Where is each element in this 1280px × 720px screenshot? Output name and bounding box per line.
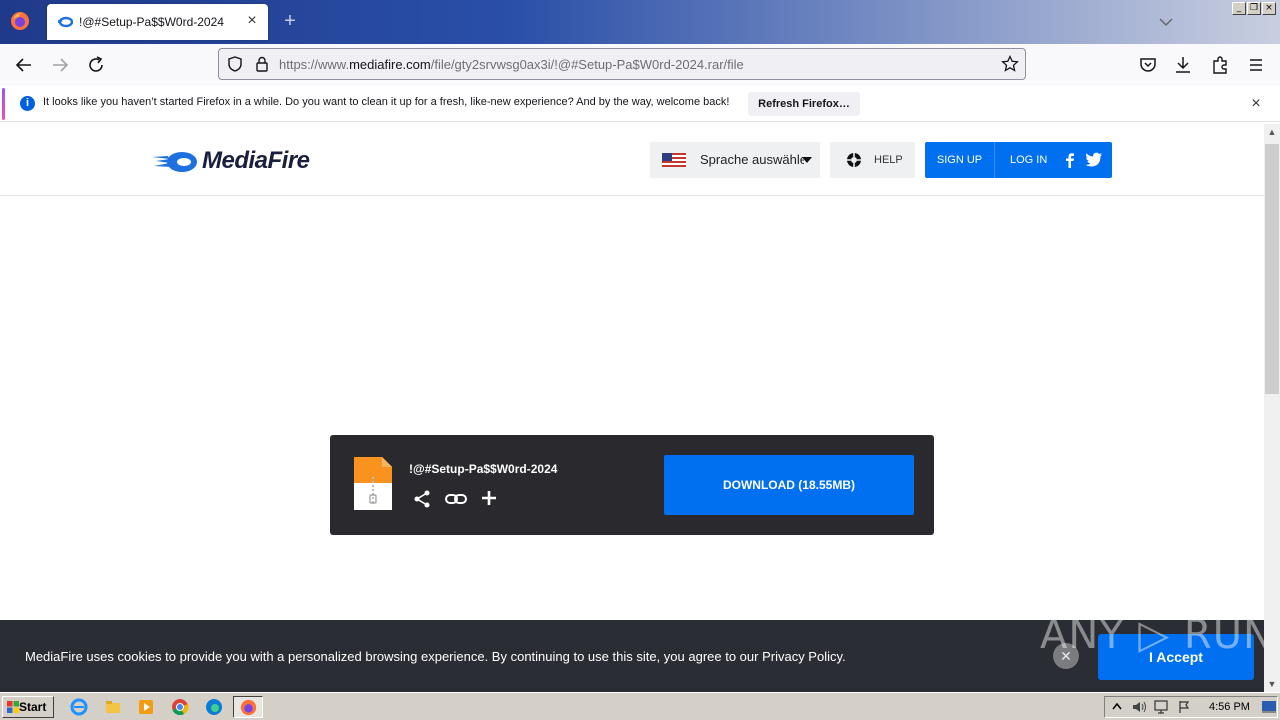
help-label: HELP — [874, 154, 903, 166]
close-icon[interactable]: × — [1248, 96, 1264, 112]
internet-explorer-icon[interactable] — [70, 698, 88, 716]
notification-text: It looks like you haven’t started Firefo… — [43, 96, 730, 108]
url-host: mediafire.com — [349, 57, 431, 72]
site-header: MediaFire Sprache auswählen HELP SIGN UP… — [0, 124, 1264, 196]
page-content: MediaFire Sprache auswählen HELP SIGN UP… — [0, 124, 1264, 692]
scroll-up-icon[interactable]: ▲ — [1264, 124, 1280, 140]
refresh-firefox-button[interactable]: Refresh Firefox… — [748, 92, 860, 116]
language-label: Sprache auswählen — [700, 152, 804, 167]
window-close-icon[interactable]: × — [1262, 2, 1276, 15]
anyrun-watermark: ANY ▷ RUN — [1040, 612, 1264, 658]
tab-active[interactable]: !@#Setup-Pa$$W0rd-2024 × — [47, 4, 268, 40]
start-label: Start — [19, 700, 47, 714]
menu-icon[interactable] — [1245, 54, 1267, 76]
us-flag-icon — [662, 153, 686, 167]
url-bar[interactable]: https://www.mediafire.com/file/gty2srvws… — [218, 48, 1026, 80]
url-text[interactable]: https://www.mediafire.com/file/gty2srvws… — [279, 57, 744, 72]
lock-icon[interactable] — [255, 56, 269, 72]
link-icon[interactable] — [445, 490, 467, 508]
taskbar-firefox-active[interactable] — [233, 696, 263, 718]
auth-buttons: SIGN UP LOG IN — [925, 142, 1112, 178]
star-icon[interactable] — [1001, 55, 1019, 73]
navigation-toolbar: https://www.mediafire.com/file/gty2srvws… — [0, 44, 1280, 86]
back-icon[interactable] — [13, 54, 35, 76]
close-icon[interactable]: × — [244, 13, 260, 29]
chrome-icon[interactable] — [171, 698, 189, 716]
plus-icon[interactable] — [481, 490, 497, 506]
url-prefix: https://www. — [279, 57, 350, 72]
page-scrollbar[interactable]: ▲ ▼ — [1264, 124, 1280, 692]
window-controls: _ ❐ × — [1232, 2, 1276, 15]
action-center-flag-icon[interactable] — [1177, 700, 1191, 714]
lifebuoy-icon — [847, 153, 861, 167]
caret-down-icon — [802, 157, 812, 163]
sign-up-button[interactable]: SIGN UP — [925, 142, 995, 178]
download-card: !@#Setup-Pa$$W0rd-2024 DOWNLOAD (18.55MB… — [330, 435, 934, 535]
logo-text: MediaFire — [202, 147, 310, 174]
notification-accent — [2, 88, 5, 120]
zip-file-icon — [354, 457, 392, 510]
volume-icon[interactable] — [1131, 700, 1147, 714]
download-button[interactable]: DOWNLOAD (18.55MB) — [664, 455, 914, 515]
notification-bar: i It looks like you haven’t started Fire… — [0, 86, 1280, 122]
mediafire-logo[interactable]: MediaFire — [152, 146, 334, 176]
twitter-icon[interactable] — [1085, 152, 1103, 168]
extensions-icon[interactable] — [1209, 54, 1231, 76]
media-player-icon[interactable] — [137, 698, 155, 716]
shield-icon[interactable] — [227, 56, 243, 72]
cookie-text: MediaFire uses cookies to provide you wi… — [25, 649, 846, 664]
clock: 4:56 PM — [1209, 701, 1250, 713]
file-name: !@#Setup-Pa$$W0rd-2024 — [409, 462, 558, 476]
flame-logo-icon — [152, 152, 197, 172]
forward-icon[interactable] — [49, 54, 71, 76]
chevron-up-icon[interactable] — [1111, 701, 1123, 713]
minimize-icon[interactable]: _ — [1232, 2, 1246, 15]
restore-icon[interactable]: ❐ — [1247, 2, 1261, 15]
share-icon[interactable] — [413, 490, 431, 508]
system-tray: 4:56 PM — [1104, 696, 1278, 718]
chevron-down-icon[interactable] — [1158, 14, 1174, 30]
firefox-icon — [240, 699, 257, 716]
help-button[interactable]: HELP — [830, 142, 915, 178]
log-in-button[interactable]: LOG IN — [1010, 142, 1047, 178]
start-button[interactable]: Start — [2, 696, 54, 718]
windows-flag-icon — [7, 701, 19, 713]
windows-taskbar: Start 4:56 PM — [0, 692, 1280, 720]
show-desktop-icon[interactable] — [1261, 700, 1277, 714]
new-tab-icon[interactable]: + — [280, 11, 300, 32]
scroll-down-icon[interactable]: ▼ — [1264, 676, 1280, 692]
download-icon[interactable] — [1172, 54, 1194, 76]
network-icon[interactable] — [1153, 700, 1169, 714]
pocket-icon[interactable] — [1137, 54, 1159, 76]
scrollbar-thumb[interactable] — [1265, 144, 1279, 394]
firefox-icon[interactable] — [10, 11, 30, 31]
edge-icon[interactable] — [205, 698, 223, 716]
reload-icon[interactable] — [85, 54, 107, 76]
url-path: /file/gty2srvwsg0ax3i/!@#Setup-Pa$W0rd-2… — [430, 57, 744, 72]
mediafire-favicon-icon — [58, 16, 73, 28]
file-explorer-icon[interactable] — [104, 698, 122, 716]
facebook-icon[interactable] — [1062, 152, 1078, 168]
info-icon: i — [20, 96, 35, 111]
language-select[interactable]: Sprache auswählen — [650, 142, 820, 178]
tab-title: !@#Setup-Pa$$W0rd-2024 — [79, 15, 224, 29]
browser-tab-bar: !@#Setup-Pa$$W0rd-2024 × + _ ❐ × — [0, 0, 1280, 44]
